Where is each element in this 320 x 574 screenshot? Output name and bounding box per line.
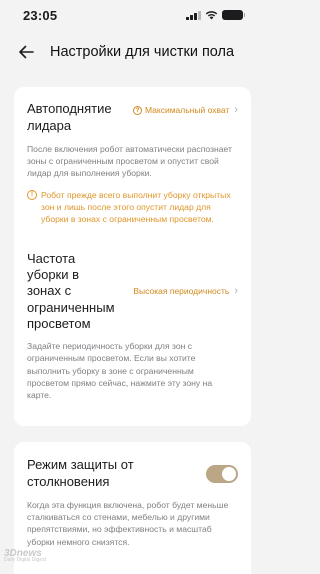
collision-toggle[interactable]: [206, 464, 238, 483]
collision-card: Режим защиты от столкновения Когда эта ф…: [14, 442, 251, 574]
lidar-lift-warning: ! Робот прежде всего выполнит уборку отк…: [27, 189, 238, 225]
frequency-row[interactable]: Частота уборки в зонах с ограниченным пр…: [27, 251, 238, 332]
frequency-value-group[interactable]: Высокая периодичность ›: [133, 285, 238, 297]
toggle-knob: [222, 466, 236, 481]
arrow-left-icon: [19, 45, 34, 59]
chevron-right-icon: ›: [234, 285, 238, 298]
wifi-icon: [205, 11, 217, 20]
status-time: 23:05: [23, 7, 58, 23]
lidar-lift-row[interactable]: Автоподнятие лидара ? Максимальный охват…: [27, 101, 238, 134]
back-button[interactable]: [14, 40, 38, 64]
lidar-lift-description: После включения робот автоматически расп…: [27, 144, 232, 179]
frequency-description: Задайте периодичность уборки для зон с о…: [27, 341, 213, 400]
collision-description: Когда эта функция включена, робот будет …: [27, 500, 229, 547]
lidar-settings-card: Автоподнятие лидара ? Максимальный охват…: [14, 87, 251, 426]
watermark-sub: Daily Digital Digest: [4, 557, 46, 563]
question-icon[interactable]: ?: [133, 105, 142, 115]
lidar-lift-value: Максимальный охват: [145, 105, 230, 115]
frequency-title: Частота уборки в зонах с ограниченным пр…: [27, 250, 115, 331]
header: Настройки для чистки пола: [0, 33, 265, 71]
next-settings-card: [14, 556, 251, 574]
page-title: Настройки для чистки пола: [50, 44, 235, 60]
lidar-lift-title: Автоподнятие лидара: [27, 101, 112, 133]
lidar-lift-value-group[interactable]: ? Максимальный охват ›: [133, 104, 238, 116]
lidar-lift-warning-text: Робот прежде всего выполнит уборку откры…: [41, 189, 231, 224]
cellular-signal-icon: [186, 10, 201, 20]
warning-icon: !: [27, 189, 37, 200]
watermark-logo: 3Dnews Daily Digital Digest: [4, 548, 46, 563]
frequency-value: Высокая периодичность: [133, 286, 230, 297]
status-icons: [186, 10, 245, 20]
chevron-right-icon: ›: [234, 104, 238, 116]
battery-icon: [221, 10, 245, 20]
collision-row: Режим защиты от столкновения: [27, 457, 238, 490]
collision-title: Режим защиты от столкновения: [27, 457, 134, 489]
status-bar: 23:05: [0, 0, 265, 30]
